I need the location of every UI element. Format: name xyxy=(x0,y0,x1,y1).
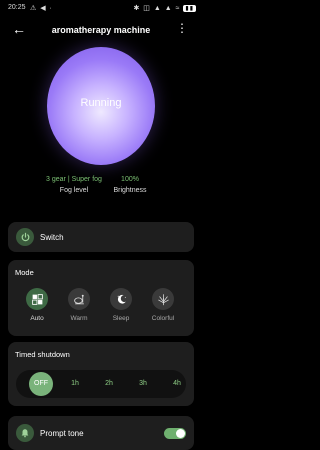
sparkle-icon xyxy=(152,288,174,310)
brightness-stat: 100% Brightness xyxy=(95,175,165,194)
mode-sleep[interactable]: Sleep xyxy=(101,288,141,322)
mode-warm[interactable]: Warm xyxy=(59,288,99,322)
brightness-label: Brightness xyxy=(113,187,147,194)
mode-label: Warm xyxy=(70,315,88,322)
brightness-value: 100% xyxy=(121,176,139,183)
prompt-tone-label: Prompt tone xyxy=(40,429,84,438)
timed-shutdown-card: Timed shutdown OFF 1h 2h 3h 4h xyxy=(8,342,194,406)
signal-wifi-icons: ✱ ◫ ▲ ▲ ≈ xyxy=(133,5,181,12)
battery-icon: ▮▮ xyxy=(183,5,196,12)
mode-label: Colorful xyxy=(151,315,175,322)
timer-option-1h[interactable]: 1h xyxy=(64,370,86,398)
mode-label: Sleep xyxy=(112,315,130,322)
mode-title: Mode xyxy=(15,268,34,277)
app-header: ← aromatherapy machine ⋮ xyxy=(0,18,202,42)
page-title: aromatherapy machine xyxy=(51,25,151,35)
timer-option-2h[interactable]: 2h xyxy=(98,370,120,398)
device-state-label: Running xyxy=(80,97,122,109)
mode-label: Auto xyxy=(30,315,44,322)
lamp-icon xyxy=(68,288,90,310)
device-stats: 3 gear | Super fog Fog level 100% Bright… xyxy=(0,175,202,207)
mode-auto[interactable]: Auto xyxy=(17,288,57,322)
status-time: 20:25 xyxy=(8,4,26,11)
mode-card: Mode Auto Warm Sleep Colorful xyxy=(8,260,194,336)
mode-colorful[interactable]: Colorful xyxy=(143,288,183,322)
notification-icons: ⚠ ◀ · xyxy=(30,5,53,12)
device-status-orb[interactable]: Running xyxy=(47,47,155,165)
timed-shutdown-title: Timed shutdown xyxy=(15,350,70,359)
timer-selector: OFF 1h 2h 3h 4h xyxy=(16,370,186,398)
prompt-tone-toggle[interactable] xyxy=(164,428,186,439)
timer-option-4h[interactable]: 4h xyxy=(166,370,188,398)
system-icons: ✱ ◫ ▲ ▲ ≈ ▮▮ xyxy=(133,4,196,12)
bell-icon xyxy=(16,424,34,442)
power-icon[interactable] xyxy=(16,228,34,246)
moon-icon xyxy=(110,288,132,310)
prompt-tone-card: Prompt tone xyxy=(8,416,194,450)
timer-option-3h[interactable]: 3h xyxy=(132,370,154,398)
grid-icon xyxy=(26,288,48,310)
more-vertical-icon[interactable]: ⋮ xyxy=(176,22,188,34)
switch-label: Switch xyxy=(40,233,64,242)
timer-option-off[interactable]: OFF xyxy=(29,372,53,396)
toggle-knob xyxy=(176,429,185,438)
switch-card[interactable]: Switch xyxy=(8,222,194,252)
status-bar: 20:25 ⚠ ◀ · ✱ ◫ ▲ ▲ ≈ ▮▮ xyxy=(0,0,202,16)
